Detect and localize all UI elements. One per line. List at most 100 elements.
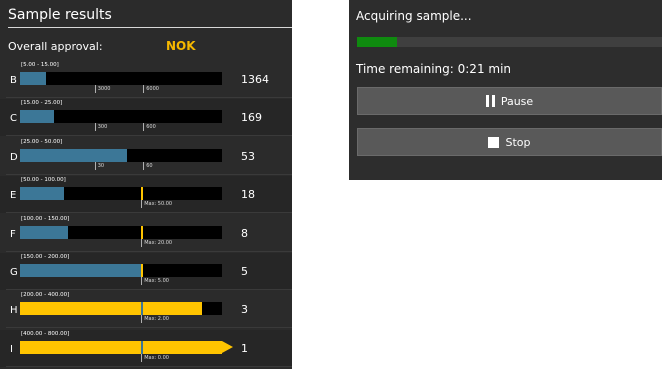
row-divider bbox=[6, 327, 292, 329]
row-divider bbox=[6, 250, 292, 252]
size-class-letter: I bbox=[10, 343, 13, 355]
size-class-letter: E bbox=[10, 190, 17, 202]
limit-marker bbox=[141, 264, 144, 277]
max-limit-label: Max: 0.00 bbox=[144, 354, 169, 361]
particle-count: 18 bbox=[241, 188, 255, 202]
particle-count: 53 bbox=[241, 149, 255, 163]
histogram-track bbox=[20, 340, 222, 354]
limit-tick bbox=[141, 238, 143, 247]
histogram-bar bbox=[20, 302, 202, 316]
particle-count: 8 bbox=[241, 226, 248, 240]
size-class-row: [5.00 - 15.00] B 3000 6000 1364 bbox=[0, 61, 292, 98]
scale-tick-label: 3000 bbox=[97, 86, 111, 92]
scale-tick-label: 600 bbox=[146, 124, 156, 131]
size-range-label: [25.00 - 50.00] bbox=[21, 138, 63, 145]
particle-count: 3 bbox=[241, 303, 248, 317]
limit-marker bbox=[141, 340, 144, 354]
stop-icon bbox=[488, 136, 500, 148]
acquisition-status: Acquiring sample... bbox=[356, 9, 472, 23]
particle-count: 5 bbox=[241, 265, 248, 278]
size-class-letter: H bbox=[10, 305, 18, 317]
histogram-bar bbox=[20, 72, 47, 85]
pause-button[interactable]: Pause bbox=[357, 87, 662, 115]
size-range-label: [150.00 - 200.00] bbox=[21, 254, 70, 260]
limit-marker bbox=[141, 187, 144, 201]
scale-tick bbox=[94, 123, 96, 132]
size-range-label: [400.00 - 800.00] bbox=[21, 330, 70, 337]
row-divider bbox=[6, 365, 292, 367]
pause-button-label: Pause bbox=[500, 94, 534, 108]
acquisition-progress-bar bbox=[357, 37, 662, 47]
size-class-row: [50.00 - 100.00] E Max: 50.00 18 bbox=[0, 176, 292, 214]
max-limit-label: Max: 2.00 bbox=[144, 316, 169, 323]
particle-count: 169 bbox=[241, 111, 262, 125]
size-class-row: [100.00 - 150.00] F Max: 20.00 8 bbox=[0, 215, 292, 252]
sample-results-panel: Sample results Overall approval: NOK [5.… bbox=[0, 0, 292, 369]
histogram-bar bbox=[20, 110, 55, 124]
limit-tick bbox=[141, 277, 143, 285]
results-title: Sample results bbox=[8, 7, 112, 23]
stop-button-label: Stop bbox=[505, 135, 531, 149]
histogram-track bbox=[20, 110, 222, 124]
size-class-row: [150.00 - 200.00] G Max: 5.00 5 bbox=[0, 253, 292, 290]
scale-tick bbox=[94, 161, 96, 170]
limit-marker bbox=[141, 225, 144, 239]
size-class-letter: G bbox=[10, 267, 18, 278]
particle-count: 1364 bbox=[241, 73, 269, 86]
overall-approval-label: Overall approval: bbox=[8, 40, 103, 53]
scale-tick bbox=[94, 85, 96, 93]
overflow-arrow-icon bbox=[222, 340, 233, 353]
size-range-label: [50.00 - 100.00] bbox=[21, 177, 66, 184]
limit-tick bbox=[141, 353, 143, 362]
limit-marker bbox=[141, 302, 144, 316]
max-limit-label: Max: 50.00 bbox=[144, 201, 173, 208]
histogram-track bbox=[20, 187, 222, 201]
scale-tick-label: 60 bbox=[146, 162, 153, 169]
scale-tick-label: 30 bbox=[97, 162, 105, 169]
histogram-track bbox=[20, 72, 222, 85]
row-divider bbox=[6, 289, 292, 290]
pause-icon bbox=[485, 95, 495, 107]
scale-tick bbox=[143, 161, 145, 170]
histogram-bar bbox=[20, 340, 222, 354]
row-divider bbox=[6, 135, 292, 137]
size-class-row: [25.00 - 50.00] D 30 60 53 bbox=[0, 138, 292, 175]
row-divider bbox=[6, 173, 292, 175]
size-range-label: [200.00 - 400.00] bbox=[21, 292, 70, 299]
size-class-letter: F bbox=[10, 228, 16, 240]
histogram-track bbox=[20, 148, 222, 162]
size-class-letter: C bbox=[10, 113, 17, 125]
scale-tick-label: 300 bbox=[97, 124, 108, 131]
histogram-track bbox=[20, 302, 222, 316]
particle-count: 1 bbox=[241, 341, 248, 355]
limit-tick bbox=[141, 200, 143, 209]
size-range-label: [100.00 - 150.00] bbox=[21, 215, 70, 222]
histogram-bar bbox=[20, 264, 142, 277]
max-limit-label: Max: 20.00 bbox=[144, 239, 173, 246]
row-divider bbox=[6, 97, 292, 98]
histogram-track bbox=[20, 264, 222, 277]
scale-tick bbox=[143, 85, 145, 93]
size-class-row: [400.00 - 800.00] I Max: 0.00 1 bbox=[0, 329, 292, 367]
time-remaining: Time remaining: 0:21 min bbox=[356, 62, 512, 76]
histogram-track bbox=[20, 225, 222, 239]
histogram-bar bbox=[20, 187, 65, 201]
histogram-bar bbox=[20, 225, 69, 239]
size-range-label: [5.00 - 15.00] bbox=[21, 62, 59, 68]
size-class-row: [15.00 - 25.00] C 300 600 169 bbox=[0, 99, 292, 137]
stop-button[interactable]: Stop bbox=[357, 128, 662, 156]
size-range-label: [15.00 - 25.00] bbox=[21, 100, 63, 107]
progress-fill bbox=[357, 37, 397, 47]
title-divider bbox=[8, 27, 292, 28]
histogram-bar bbox=[20, 148, 128, 162]
max-limit-label: Max: 5.00 bbox=[144, 278, 169, 284]
scale-tick bbox=[143, 123, 145, 132]
limit-tick bbox=[141, 315, 143, 324]
size-class-row: [200.00 - 400.00] H Max: 2.00 3 bbox=[0, 291, 292, 329]
row-divider bbox=[6, 212, 292, 214]
size-class-letter: D bbox=[10, 151, 18, 163]
scale-tick-label: 6000 bbox=[146, 86, 159, 92]
overall-approval-value: NOK bbox=[166, 39, 196, 53]
size-class-letter: B bbox=[10, 75, 17, 86]
acquisition-panel: Acquiring sample... Time remaining: 0:21… bbox=[349, 0, 662, 180]
